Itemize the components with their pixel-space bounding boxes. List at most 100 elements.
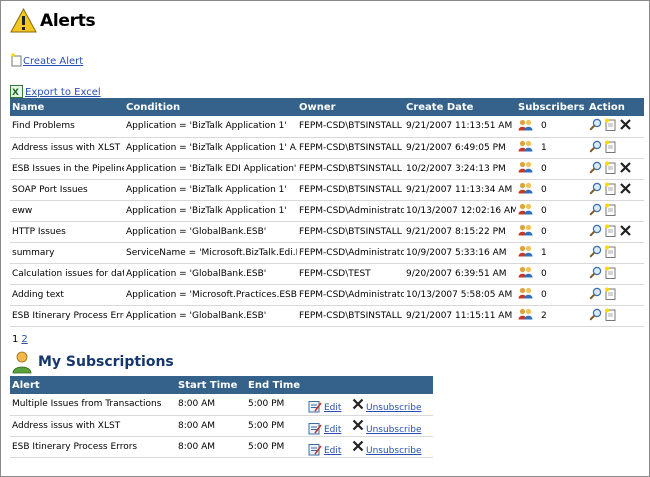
table-row: HTTP Issues Application = 'GlobalBank.ESB… <box>10 221 644 243</box>
edit-alert-button[interactable] <box>604 140 617 156</box>
edit-subscription-label[interactable]: Edit <box>324 446 341 456</box>
col-start-time: Start Time <box>176 376 246 394</box>
edit-alert-button[interactable] <box>604 308 617 324</box>
table-row: Address issus with XLST 8:00 AM 5:00 PM Edi… <box>10 415 433 437</box>
alert-create-date: 9/21/2007 6:49:05 PM <box>404 137 516 159</box>
view-alert-button[interactable] <box>589 161 602 177</box>
unsubscribe-button[interactable]: Unsubscribe <box>352 416 433 436</box>
subscribers-button[interactable] <box>518 245 533 260</box>
alert-name: Calculation issues for data i <box>10 263 124 285</box>
subscribers-button[interactable] <box>518 161 533 176</box>
view-alert-button[interactable] <box>589 203 602 219</box>
table-row: ESB Itinerary Process Errors 8:00 AM 5:00 … <box>10 436 433 458</box>
export-excel-label[interactable]: Export to Excel <box>25 87 101 98</box>
edit-subscription-button[interactable]: Edit <box>308 394 350 414</box>
edit-document-icon <box>605 308 616 321</box>
col-create-date[interactable]: Create Date <box>404 98 516 116</box>
alerts-header-row: Name Condition Owner Create Date Subscri… <box>10 98 644 116</box>
table-row: Multiple Issues from Transactions 8:00 AM… <box>10 394 433 416</box>
subscriber-count: 0 <box>541 205 547 216</box>
view-alert-button[interactable] <box>589 182 602 198</box>
alert-condition: Application = 'GlobalBank.ESB' <box>124 305 297 327</box>
magnifier-icon <box>589 287 602 300</box>
page-link-2[interactable]: 2 <box>21 334 27 345</box>
edit-alert-button[interactable] <box>604 266 617 282</box>
subscribers-cell: 2 <box>518 308 587 323</box>
edit-alert-button[interactable] <box>604 224 617 240</box>
alert-create-date: 10/2/2007 3:24:13 PM <box>404 158 516 180</box>
subscribers-button[interactable] <box>518 308 533 323</box>
edit-alert-button[interactable] <box>604 203 617 219</box>
edit-icon <box>308 422 322 434</box>
edit-document-icon <box>605 245 616 258</box>
create-alert-label[interactable]: Create Alert <box>23 56 83 67</box>
alert-subscribers: 0 <box>516 200 587 222</box>
subscribers-button[interactable] <box>518 266 533 281</box>
action-cell <box>589 287 644 303</box>
alert-owner: FEPM-CSD\BTSINSTALL <box>297 158 404 180</box>
delete-alert-button[interactable] <box>619 224 632 240</box>
export-excel-link[interactable]: X Export to Excel <box>10 82 101 98</box>
col-owner[interactable]: Owner <box>297 98 404 116</box>
view-alert-button[interactable] <box>589 266 602 282</box>
unsubscribe-label[interactable]: Unsubscribe <box>366 446 422 456</box>
delete-alert-button[interactable] <box>619 182 632 198</box>
edit-alert-button[interactable] <box>604 287 617 303</box>
alert-name: HTTP Issues <box>10 221 124 243</box>
delete-x-icon <box>620 224 631 236</box>
users-icon <box>518 140 533 152</box>
edit-subscription-button[interactable]: Edit <box>308 437 350 457</box>
action-cell <box>589 118 644 134</box>
unsubscribe-label[interactable]: Unsubscribe <box>366 425 422 435</box>
magnifier-icon <box>589 140 602 153</box>
action-cell <box>589 266 644 282</box>
page-title: Alerts <box>40 11 96 31</box>
action-cell <box>589 203 644 219</box>
alert-subscribers: 0 <box>516 179 587 201</box>
subscription-edit: Edit <box>306 436 350 458</box>
view-alert-button[interactable] <box>589 224 602 240</box>
col-subscribers[interactable]: Subscribers <box>516 98 587 116</box>
subscribers-button[interactable] <box>518 182 533 197</box>
edit-subscription-button[interactable]: Edit <box>308 416 350 436</box>
delete-alert-button[interactable] <box>619 118 632 134</box>
edit-alert-button[interactable] <box>604 161 617 177</box>
view-alert-button[interactable] <box>589 287 602 303</box>
alert-owner: FEPM-CSD\BTSINSTALL <box>297 221 404 243</box>
col-condition[interactable]: Condition <box>124 98 297 116</box>
subscribers-button[interactable] <box>518 224 533 239</box>
edit-alert-button[interactable] <box>604 118 617 134</box>
unsubscribe-label[interactable]: Unsubscribe <box>366 403 422 413</box>
delete-alert-button[interactable] <box>619 161 632 177</box>
subscribers-button[interactable] <box>518 140 533 155</box>
unsubscribe-button[interactable]: Unsubscribe <box>352 394 433 414</box>
unsubscribe-button[interactable]: Unsubscribe <box>352 437 433 457</box>
edit-alert-button[interactable] <box>604 245 617 261</box>
edit-subscription-label[interactable]: Edit <box>324 425 341 435</box>
users-icon <box>518 224 533 236</box>
col-name[interactable]: Name <box>10 98 124 116</box>
action-cell <box>589 245 644 261</box>
subscribers-button[interactable] <box>518 203 533 218</box>
view-alert-button[interactable] <box>589 140 602 156</box>
subscribers-button[interactable] <box>518 119 533 134</box>
magnifier-icon <box>589 161 602 174</box>
action-cell <box>589 182 644 198</box>
unsubscribe-x-icon <box>352 398 364 410</box>
unsubscribe-x-icon <box>352 419 364 431</box>
view-alert-button[interactable] <box>589 308 602 324</box>
alert-name: SOAP Port Issues <box>10 179 124 201</box>
subscriptions-header-row: Alert Start Time End Time <box>10 376 433 394</box>
alert-subscribers: 0 <box>516 284 587 306</box>
edit-document-icon <box>605 140 616 153</box>
edit-alert-button[interactable] <box>604 182 617 198</box>
alert-actions <box>587 305 644 327</box>
edit-subscription-label[interactable]: Edit <box>324 403 341 413</box>
alert-subscribers: 0 <box>516 158 587 180</box>
view-alert-button[interactable] <box>589 118 602 134</box>
subscribers-button[interactable] <box>518 287 533 302</box>
subscriptions-table: Alert Start Time End Time Multiple Issue… <box>10 376 433 458</box>
view-alert-button[interactable] <box>589 245 602 261</box>
create-alert-link[interactable]: Create Alert <box>10 51 83 67</box>
subscription-end: 5:00 PM <box>246 436 306 458</box>
